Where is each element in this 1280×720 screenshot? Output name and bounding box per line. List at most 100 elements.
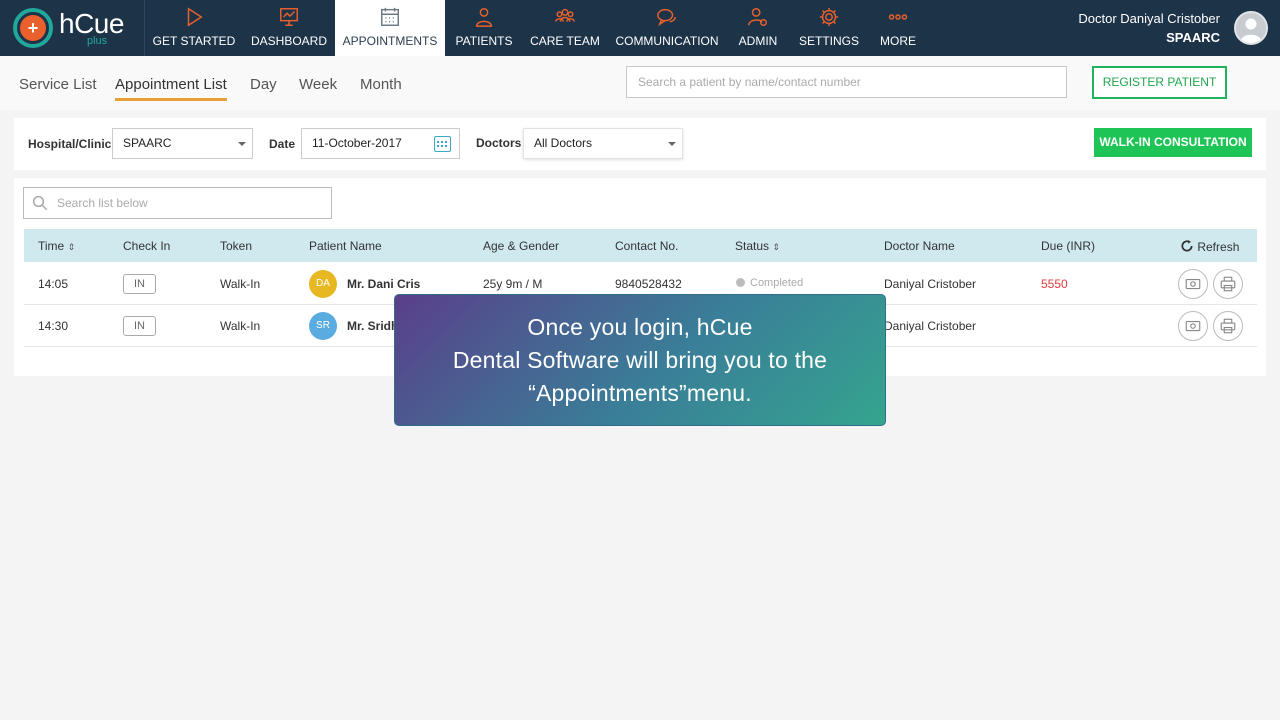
hospital-value: SPAARC bbox=[123, 136, 172, 150]
logo-mark-icon: + bbox=[13, 8, 53, 48]
row-token: Walk-In bbox=[220, 319, 261, 333]
hospital-select[interactable]: SPAARC bbox=[112, 128, 253, 159]
hospital-label: Hospital/Clinic bbox=[28, 137, 112, 151]
patient-name-link[interactable]: Mr. Dani Cris bbox=[347, 277, 420, 291]
row-time: 14:05 bbox=[38, 277, 69, 291]
check-in-button[interactable]: IN bbox=[123, 274, 156, 294]
register-patient-button[interactable]: REGISTER PATIENT bbox=[1092, 66, 1227, 99]
col-age-gender: Age & Gender bbox=[483, 239, 560, 253]
tab-month[interactable]: Month bbox=[360, 76, 402, 93]
patient-name-link[interactable]: Mr. Sridh bbox=[347, 319, 398, 333]
caption-line: “Appointments”menu. bbox=[528, 379, 752, 406]
person-icon bbox=[475, 8, 493, 27]
cash-icon bbox=[1185, 278, 1201, 290]
nav-label: PATIENTS bbox=[455, 34, 513, 48]
row-contact: 9840528432 bbox=[615, 277, 682, 291]
search-icon bbox=[32, 195, 48, 211]
list-search-input[interactable]: Search list below bbox=[23, 187, 332, 219]
col-doctor-name: Doctor Name bbox=[884, 239, 955, 253]
nav-patients[interactable]: PATIENTS bbox=[445, 0, 523, 56]
walk-in-consultation-button[interactable]: WALK-IN CONSULTATION bbox=[1094, 128, 1252, 157]
cash-icon bbox=[1185, 320, 1201, 332]
nav-label: CARE TEAM bbox=[530, 34, 600, 48]
chevron-down-icon bbox=[668, 142, 676, 146]
nav-label: SETTINGS bbox=[798, 34, 859, 48]
row-time: 14:30 bbox=[38, 319, 69, 333]
billing-button[interactable] bbox=[1178, 269, 1208, 299]
caption-line: Dental Software will bring you to the bbox=[452, 346, 828, 373]
chevron-down-icon bbox=[238, 142, 246, 146]
sort-icon: ⇕ bbox=[772, 242, 780, 252]
nav-communication[interactable]: COMMUNICATION bbox=[607, 0, 727, 56]
col-contact: Contact No. bbox=[615, 239, 679, 253]
date-picker[interactable]: 11-October-2017 bbox=[301, 128, 460, 159]
refresh-label: Refresh bbox=[1197, 240, 1240, 254]
nav-label: MORE bbox=[880, 34, 916, 48]
filter-panel: Hospital/Clinic SPAARC Date 11-October-2… bbox=[14, 118, 1266, 170]
play-icon bbox=[187, 7, 203, 27]
row-token: Walk-In bbox=[220, 277, 261, 291]
gear-icon bbox=[819, 7, 839, 27]
presentation-icon bbox=[280, 8, 298, 26]
print-button[interactable] bbox=[1213, 269, 1243, 299]
date-value: 11-October-2017 bbox=[312, 136, 402, 150]
refresh-button[interactable]: Refresh bbox=[1180, 239, 1239, 254]
col-patient-name: Patient Name bbox=[309, 239, 382, 253]
printer-icon bbox=[1220, 318, 1236, 334]
print-button[interactable] bbox=[1213, 311, 1243, 341]
tab-appointment-list[interactable]: Appointment List bbox=[115, 76, 227, 101]
logo-sub: plus bbox=[87, 34, 108, 47]
row-doctor: Daniyal Cristober bbox=[884, 277, 977, 291]
hcue-logo[interactable]: + hCue plus bbox=[0, 0, 145, 56]
user-name: Doctor Daniyal Cristober bbox=[1078, 11, 1220, 26]
patient-initials-avatar: DA bbox=[309, 270, 337, 298]
patient-search-input[interactable]: Search a patient by name/contact number bbox=[626, 66, 1067, 98]
tab-service-list[interactable]: Service List bbox=[19, 76, 97, 93]
nav-more[interactable]: MORE bbox=[869, 0, 927, 56]
status-dot-icon bbox=[736, 278, 745, 287]
avatar[interactable] bbox=[1234, 11, 1268, 45]
doctors-label: Doctors bbox=[476, 136, 522, 150]
nav-care-team[interactable]: CARE TEAM bbox=[523, 0, 607, 56]
user-clinic: SPAARC bbox=[1166, 30, 1220, 45]
nav-label: GET STARTED bbox=[152, 34, 236, 48]
col-time[interactable]: Time ⇕ bbox=[38, 239, 75, 253]
doctors-select[interactable]: All Doctors bbox=[523, 128, 683, 159]
col-status[interactable]: Status ⇕ bbox=[735, 239, 780, 253]
row-due-amount: 5550 bbox=[1041, 277, 1068, 291]
billing-button[interactable] bbox=[1178, 311, 1208, 341]
nav-appointments[interactable]: APPOINTMENTS bbox=[335, 0, 445, 56]
logo-text: hCue bbox=[59, 7, 124, 39]
nav-settings[interactable]: SETTINGS bbox=[789, 0, 869, 56]
col-token: Token bbox=[220, 239, 253, 253]
sub-tab-bar: Service List Appointment List Day Week M… bbox=[0, 56, 1280, 110]
patient-initials-avatar: SR bbox=[309, 312, 337, 340]
more-icon bbox=[888, 14, 908, 20]
nav-label: ADMIN bbox=[738, 34, 778, 48]
check-in-button[interactable]: IN bbox=[123, 316, 156, 336]
team-icon bbox=[555, 8, 575, 22]
nav-admin[interactable]: ADMIN bbox=[727, 0, 789, 56]
tab-week[interactable]: Week bbox=[299, 76, 337, 93]
user-avatar-icon bbox=[1240, 18, 1262, 43]
list-search-placeholder: Search list below bbox=[57, 196, 148, 210]
tutorial-caption-overlay: Once you login, hCue Dental Software wil… bbox=[394, 294, 886, 426]
caption-line: Once you login, hCue bbox=[527, 313, 753, 340]
tab-day[interactable]: Day bbox=[250, 76, 277, 93]
row-age-gender: 25y 9m / M bbox=[483, 277, 543, 291]
nav-dashboard[interactable]: DASHBOARD bbox=[243, 0, 335, 56]
row-doctor: Daniyal Cristober bbox=[884, 319, 977, 333]
date-label: Date bbox=[269, 137, 296, 151]
col-due: Due (INR) bbox=[1041, 239, 1096, 253]
nav-label: APPOINTMENTS bbox=[342, 34, 438, 48]
nav-get-started[interactable]: GET STARTED bbox=[145, 0, 243, 56]
status-badge: Completed bbox=[736, 277, 803, 289]
calendar-icon[interactable] bbox=[434, 136, 451, 152]
top-navigation: + hCue plus GET STARTED DASHBOARD APPOIN… bbox=[0, 0, 1280, 56]
col-checkin: Check In bbox=[123, 239, 171, 253]
sort-icon: ⇕ bbox=[67, 242, 76, 252]
calendar-icon bbox=[381, 7, 399, 26]
nav-label: COMMUNICATION bbox=[615, 34, 719, 48]
user-menu[interactable]: Doctor Daniyal Cristober SPAARC bbox=[1078, 0, 1268, 56]
printer-icon bbox=[1220, 276, 1236, 292]
